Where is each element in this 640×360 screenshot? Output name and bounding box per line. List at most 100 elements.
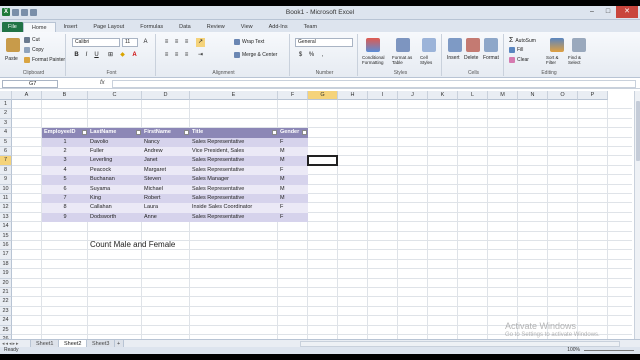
row-header[interactable]: 10 [0,184,12,194]
filter-dropdown-icon[interactable] [302,130,307,136]
cut-button[interactable]: Cut [24,37,40,43]
table-cell[interactable]: Steven [142,175,190,185]
table-cell[interactable]: M [278,147,308,157]
align-center-icon[interactable]: ≡ [172,51,181,60]
table-cell[interactable]: Laura [142,203,190,213]
format-table-icon[interactable] [396,38,410,52]
tab-formulas[interactable]: Formulas [132,22,171,32]
column-header[interactable]: I [368,91,398,100]
tab-data[interactable]: Data [171,22,199,32]
insert-cells-icon[interactable] [448,38,462,52]
row-header[interactable]: 11 [0,194,12,204]
table-cell[interactable]: Leverling [88,156,142,166]
active-cell-selection[interactable] [307,155,338,166]
row-header[interactable]: 16 [0,241,12,251]
font-name-select[interactable]: Calibri [72,38,120,47]
table-cell[interactable]: M [278,156,308,166]
table-header-cell[interactable]: Gender [278,128,308,138]
table-cell[interactable]: Janet [142,156,190,166]
table-cell[interactable]: 8 [42,203,88,213]
sort-filter-button[interactable]: Sort & Filter [546,55,566,65]
row-header[interactable]: 23 [0,306,12,317]
underline-button[interactable]: U [92,51,101,60]
table-cell[interactable]: Dodsworth [88,212,142,223]
column-header[interactable]: M [488,91,518,100]
select-all-corner[interactable] [0,91,12,100]
row-header[interactable]: 21 [0,288,12,298]
table-cell[interactable]: F [278,165,308,176]
table-cell[interactable]: 4 [42,165,88,176]
row-header[interactable]: 12 [0,203,12,213]
table-cell[interactable]: 5 [42,175,88,185]
note-text[interactable]: Count Male and Female [90,240,175,249]
table-cell[interactable]: F [278,212,308,223]
grow-font-icon[interactable]: A [141,38,150,47]
paste-button[interactable]: Paste [5,56,18,62]
table-cell[interactable]: 9 [42,212,88,223]
table-cell[interactable]: 2 [42,147,88,157]
wrap-text-button[interactable]: Wrap Text [234,39,264,45]
find-select-button[interactable]: Find & Select [568,55,590,65]
currency-button[interactable]: $ [296,51,305,60]
row-header[interactable]: 6 [0,147,12,157]
tab-page-layout[interactable]: Page Layout [85,22,132,32]
table-cell[interactable]: M [278,184,308,194]
tab-review[interactable]: Review [199,22,233,32]
sort-filter-icon[interactable] [550,38,564,52]
table-cell[interactable]: M [278,175,308,185]
align-right-icon[interactable]: ≡ [182,51,191,60]
column-header[interactable]: J [398,91,428,100]
delete-cells-icon[interactable] [466,38,480,52]
align-left-icon[interactable]: ≡ [162,51,171,60]
clear-button[interactable]: Clear [509,57,529,63]
close-icon[interactable]: ✕ [616,6,638,18]
formula-input[interactable] [112,80,636,88]
indent-icon[interactable]: ⇥ [196,51,205,60]
table-header-cell[interactable]: FirstName [142,128,190,138]
tab-insert[interactable]: Insert [56,22,86,32]
vertical-scrollbar[interactable] [634,91,640,339]
row-header[interactable]: 24 [0,316,12,326]
percent-button[interactable]: % [307,51,316,60]
comma-button[interactable]: , [318,51,327,60]
column-header[interactable]: L [458,91,488,100]
italic-button[interactable]: I [82,51,91,60]
column-header[interactable]: N [518,91,548,100]
row-header[interactable]: 3 [0,118,12,129]
delete-button[interactable]: Delete [464,55,478,61]
tab-file[interactable]: File [2,22,23,32]
table-cell[interactable]: Margaret [142,165,190,176]
row-header[interactable]: 15 [0,231,12,241]
row-header[interactable]: 8 [0,165,12,176]
tab-team[interactable]: Team [296,22,325,32]
table-cell[interactable]: Sales Representative [190,212,278,223]
table-cell[interactable]: Fuller [88,147,142,157]
column-header[interactable]: H [338,91,368,100]
table-cell[interactable]: Anne [142,212,190,223]
column-header[interactable]: A [12,91,42,100]
column-header[interactable]: B [42,91,88,100]
column-header[interactable]: F [278,91,308,100]
table-header-cell[interactable]: LastName [88,128,142,138]
borders-icon[interactable]: ⊞ [106,51,115,60]
cell-styles-icon[interactable] [422,38,436,52]
row-header[interactable]: 20 [0,278,12,288]
table-cell[interactable]: Sales Representative [190,156,278,166]
fill-color-icon[interactable]: ◆ [118,51,127,60]
table-cell[interactable]: King [88,194,142,204]
row-header[interactable]: 5 [0,137,12,147]
row-header[interactable]: 13 [0,212,12,223]
vertical-scroll-thumb[interactable] [636,101,640,161]
table-cell[interactable]: 3 [42,156,88,166]
table-cell[interactable]: F [278,137,308,147]
font-size-select[interactable]: 11 [122,38,138,47]
table-cell[interactable]: Buchanan [88,175,142,185]
table-cell[interactable]: 6 [42,184,88,194]
table-cell[interactable]: Sales Representative [190,137,278,147]
table-cell[interactable]: Callahan [88,203,142,213]
column-header[interactable]: C [88,91,142,100]
tab-home[interactable]: Home [22,22,56,32]
bold-button[interactable]: B [72,51,81,60]
table-cell[interactable]: Michael [142,184,190,194]
autosum-button[interactable]: Σ AutoSum [509,37,536,44]
